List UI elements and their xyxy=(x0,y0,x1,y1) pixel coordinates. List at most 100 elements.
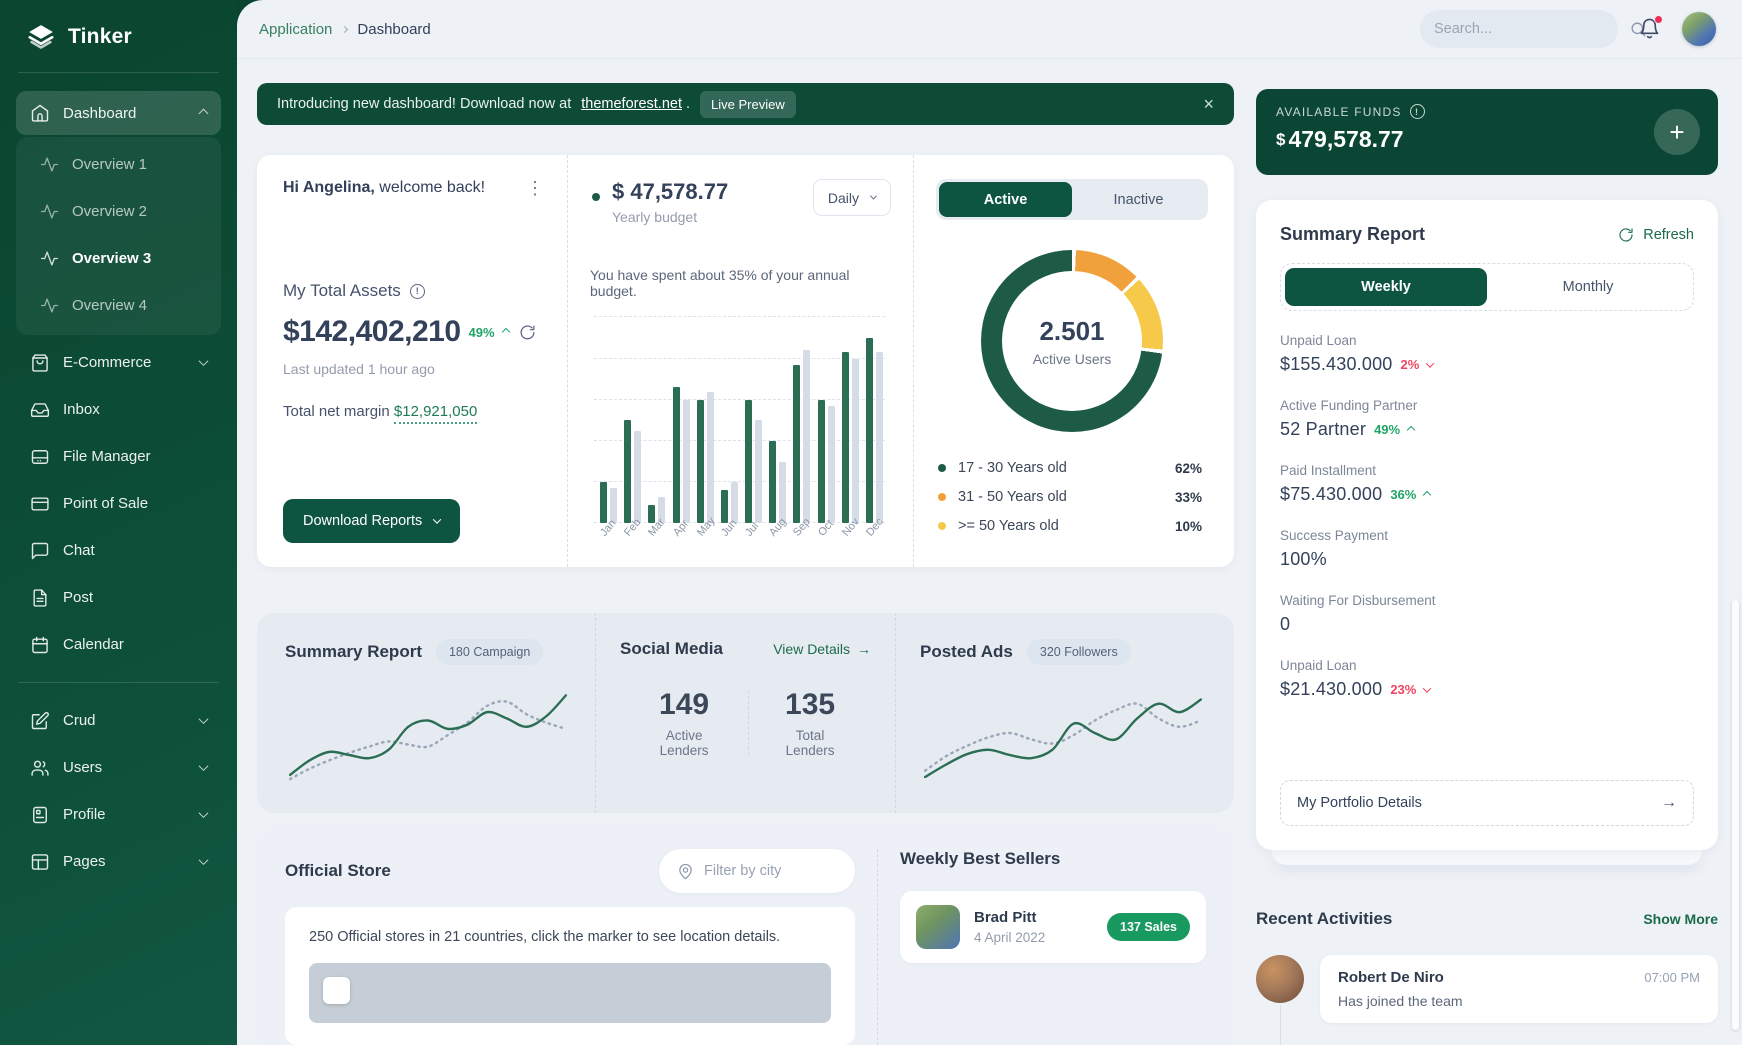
campaign-badge: 180 Campaign xyxy=(436,639,543,665)
sidebar-item-label: Inbox xyxy=(63,401,207,418)
sidebar-item-calendar[interactable]: Calendar xyxy=(16,621,221,668)
vertical-scrollbar[interactable] xyxy=(1732,600,1739,1030)
main-sheet: Application Dashboard xyxy=(237,0,1742,1045)
sidebar-item-ecommerce[interactable]: E-Commerce xyxy=(16,339,221,386)
total-assets-value: $142,402,210 xyxy=(283,315,461,349)
sidebar-item-inbox[interactable]: Inbox xyxy=(16,386,221,433)
stat-row: Waiting For Disbursement0 xyxy=(1280,593,1694,635)
chat-bubble-icon xyxy=(30,541,50,561)
sidebar-item-pages[interactable]: Pages xyxy=(16,838,221,885)
logo[interactable]: Tinker xyxy=(0,0,237,70)
view-details-link[interactable]: View Details → xyxy=(773,641,871,657)
tab-weekly[interactable]: Weekly xyxy=(1285,268,1487,306)
content: Introducing new dashboard! Download now … xyxy=(237,59,1742,1045)
users-icon xyxy=(30,758,50,778)
bar-budget xyxy=(876,352,883,523)
sidebar-item-post[interactable]: Post xyxy=(16,574,221,621)
stat-label: Total Lenders xyxy=(779,728,841,758)
themeforest-link[interactable]: themeforest.net xyxy=(581,96,682,112)
sidebar-menu: Dashboard Overview 1 Overview 2 Overview… xyxy=(0,83,237,893)
activity-card[interactable]: Robert De Niro 07:00 PM Has joined the t… xyxy=(1320,955,1718,1023)
sidebar-item-dashboard[interactable]: Dashboard xyxy=(16,91,221,135)
stat-label: Active Funding Partner xyxy=(1280,398,1694,413)
refresh-button[interactable]: Refresh xyxy=(1618,227,1694,243)
calendar-icon xyxy=(30,635,50,655)
best-seller-row[interactable]: Brad Pitt 4 April 2022 137 Sales xyxy=(900,891,1206,963)
bar-group-mar: Mar xyxy=(648,317,665,523)
stat-label: Paid Installment xyxy=(1280,463,1694,478)
trend-up-icon xyxy=(1423,490,1431,498)
kebab-menu-icon[interactable]: ⋮ xyxy=(526,179,545,197)
show-more-link[interactable]: Show More xyxy=(1643,911,1718,927)
active-users-donut: 2.501 Active Users xyxy=(981,250,1163,432)
filter-by-city-input[interactable] xyxy=(704,863,891,879)
info-icon[interactable]: ! xyxy=(410,284,425,299)
sidebar-item-profile[interactable]: Profile xyxy=(16,791,221,838)
activity-icon xyxy=(40,202,59,221)
bar-group-jun: Jun xyxy=(721,317,738,523)
social-media-section: Social Media View Details → 149 Active L… xyxy=(620,639,871,787)
weekly-best-sellers-section: Weekly Best Sellers Brad Pitt 4 April 20… xyxy=(900,849,1206,1045)
refresh-icon[interactable] xyxy=(519,324,536,341)
stat-row: Success Payment100% xyxy=(1280,528,1694,570)
stat-label: Success Payment xyxy=(1280,528,1694,543)
live-preview-button[interactable]: Live Preview xyxy=(700,91,796,118)
inactive-tab[interactable]: Inactive xyxy=(1072,182,1205,217)
stat-value: 149 xyxy=(650,688,718,722)
welcome-message: Hi Angelina, welcome back! xyxy=(283,179,485,197)
sidebar-item-overview-1[interactable]: Overview 1 xyxy=(16,141,221,188)
activity-icon xyxy=(40,296,59,315)
sidebar-item-overview-2[interactable]: Overview 2 xyxy=(16,188,221,235)
stat-label: Waiting For Disbursement xyxy=(1280,593,1694,608)
topbar: Application Dashboard xyxy=(237,0,1742,59)
section-title: Social Media xyxy=(620,639,723,659)
info-icon[interactable]: ! xyxy=(1410,104,1425,119)
bar-spent xyxy=(793,365,800,524)
search-input[interactable] xyxy=(1434,21,1621,37)
bar-axis-label: Jul xyxy=(743,521,761,539)
total-lenders-stat: 135 Total Lenders xyxy=(749,688,871,758)
sidebar-item-crud[interactable]: Crud xyxy=(16,697,221,744)
sidebar-item-users[interactable]: Users xyxy=(16,744,221,791)
user-avatar[interactable] xyxy=(1682,12,1716,46)
store-map[interactable] xyxy=(309,963,831,1023)
layout-icon xyxy=(30,852,50,872)
bar-spent xyxy=(866,338,873,523)
period-select[interactable]: Daily xyxy=(813,179,891,216)
add-funds-button[interactable]: + xyxy=(1654,109,1700,155)
bar-spent xyxy=(697,400,704,524)
download-reports-button[interactable]: Download Reports xyxy=(283,499,460,543)
active-tab[interactable]: Active xyxy=(939,182,1072,217)
legend-percent: 10% xyxy=(1175,519,1202,534)
bar-budget xyxy=(755,420,762,523)
available-funds-label: AVAILABLE FUNDS xyxy=(1276,105,1402,119)
sidebar-item-overview-3[interactable]: Overview 3 xyxy=(16,235,221,282)
stat-percent: 36% xyxy=(1390,487,1416,502)
edit-icon xyxy=(30,711,50,731)
section-title: Posted Ads xyxy=(920,642,1013,662)
sales-badge: 137 Sales xyxy=(1107,913,1190,941)
sidebar-item-overview-4[interactable]: Overview 4 xyxy=(16,282,221,329)
tab-monthly[interactable]: Monthly xyxy=(1487,268,1689,306)
assets-percent: 49% xyxy=(469,325,495,340)
notification-bell-icon[interactable] xyxy=(1638,17,1662,41)
sidebar-item-chat[interactable]: Chat xyxy=(16,527,221,574)
sidebar-item-point-of-sale[interactable]: Point of Sale xyxy=(16,480,221,527)
sidebar-item-file-manager[interactable]: File Manager xyxy=(16,433,221,480)
seller-avatar xyxy=(916,905,960,949)
sidebar-item-label: File Manager xyxy=(63,448,207,465)
bar-budget xyxy=(803,350,810,523)
my-portfolio-details-button[interactable]: My Portfolio Details → xyxy=(1280,780,1694,826)
sidebar-item-label: Overview 2 xyxy=(72,203,147,220)
sidebar-divider xyxy=(18,72,219,73)
close-icon[interactable]: × xyxy=(1203,95,1214,113)
active-lenders-stat: 149 Active Lenders xyxy=(620,688,748,758)
sidebar-item-label: Dashboard xyxy=(63,105,187,122)
column-divider xyxy=(913,155,914,567)
net-margin-value[interactable]: $12,921,050 xyxy=(394,403,477,424)
sidebar-item-label: Profile xyxy=(63,806,187,823)
map-zoom-button[interactable] xyxy=(323,977,350,1004)
chevron-down-icon xyxy=(199,855,209,865)
breadcrumb-application[interactable]: Application xyxy=(259,21,332,38)
activity-time: 07:00 PM xyxy=(1644,970,1700,985)
